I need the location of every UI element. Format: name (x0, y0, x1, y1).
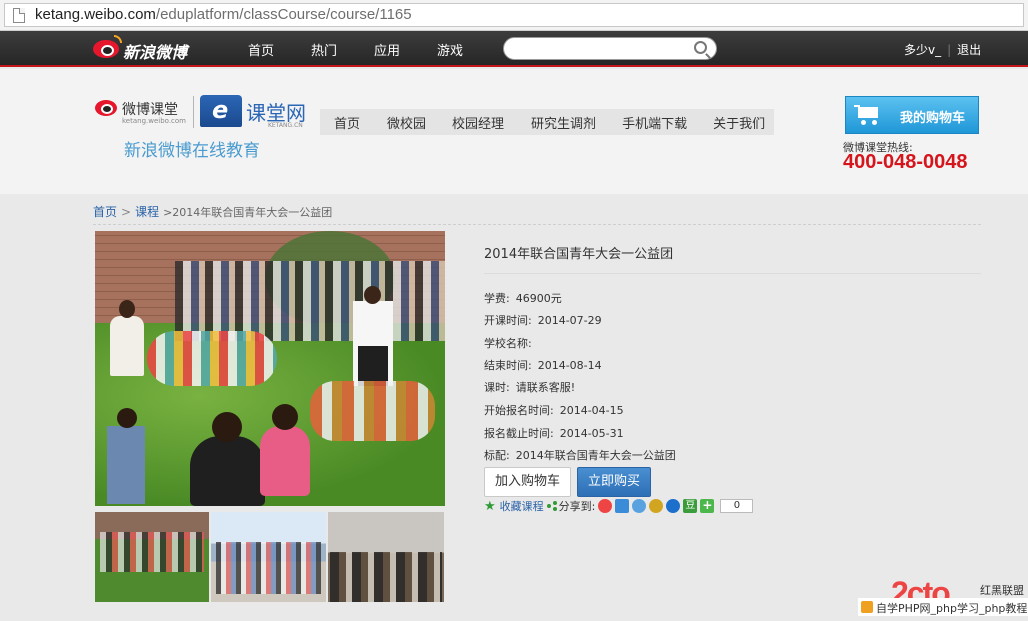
school-row: 学校名称: (484, 335, 538, 351)
package-value: 2014年联合国青年大会一公益团 (515, 449, 676, 462)
weibo-eye-icon (95, 100, 117, 116)
separator: | (947, 43, 952, 57)
search-icon[interactable] (694, 41, 707, 54)
enroll-start-value: 2014-04-15 (559, 404, 624, 417)
course-thumbnail-2[interactable] (211, 512, 326, 602)
watermark-icon (861, 601, 873, 613)
end-date-value: 2014-08-14 (537, 359, 602, 372)
school-label: 学校名称: (484, 337, 532, 350)
watermark-bar: 自学PHP网_php学习_php教程 (858, 598, 1028, 616)
course-main-photo (95, 231, 445, 506)
ketang-logo-domain: ketang.weibo.com (122, 117, 187, 125)
top-nav-hot[interactable]: 热门 (311, 40, 337, 59)
enroll-end-row: 报名截止时间: 2014-05-31 (484, 425, 624, 441)
buy-now-button[interactable]: 立即购买 (577, 467, 651, 497)
shopping-cart-icon (854, 105, 882, 125)
hotline-number: 400-048-0048 (843, 151, 968, 173)
hours-row: 课时: 请联系客服! (484, 379, 575, 395)
star-icon: ★ (484, 498, 496, 514)
share-to-label: 分享到: (558, 500, 596, 513)
main-nav-mobile-download[interactable]: 手机端下载 (622, 113, 687, 132)
fee-row: 学费: 46900元 (484, 290, 562, 306)
page-icon (13, 8, 25, 23)
ketang-logo[interactable]: 微博课堂 ketang.weibo.com (95, 97, 187, 127)
ketang-logo-text: 微博课堂 (122, 102, 178, 118)
main-nav-home[interactable]: 首页 (334, 113, 360, 132)
breadcrumb-divider (93, 224, 981, 225)
main-nav-postgrad[interactable]: 研究生调剂 (531, 113, 596, 132)
add-to-cart-button[interactable]: 加入购物车 (484, 467, 571, 497)
main-nav-campus[interactable]: 微校园 (387, 113, 426, 132)
favorite-course-link[interactable]: 收藏课程 (500, 498, 544, 514)
breadcrumb-home[interactable]: 首页 (93, 205, 117, 219)
site-header: 微博课堂 ketang.weibo.com 课堂网 KETANG.CN 新浪微博… (0, 69, 1028, 194)
enroll-start-row: 开始报名时间: 2014-04-15 (484, 402, 624, 418)
share-douban-icon[interactable]: 豆 (683, 499, 698, 513)
enroll-end-value: 2014-05-31 (559, 427, 624, 440)
share-tencent-weibo-icon[interactable] (632, 499, 647, 513)
weibo-top-bar: 新浪微博 首页 热门 应用 游戏 多少v_ | 退出 (0, 31, 1028, 67)
search-input[interactable] (503, 37, 717, 60)
top-nav-apps[interactable]: 应用 (374, 40, 400, 59)
start-date-label: 开课时间: (484, 314, 532, 327)
chevron-right-icon: > (121, 205, 132, 219)
site-tagline: 新浪微博在线教育 (124, 141, 260, 161)
main-nav-about[interactable]: 关于我们 (713, 113, 765, 132)
share-qzone-icon[interactable] (615, 499, 630, 513)
start-date-row: 开课时间: 2014-07-29 (484, 312, 602, 328)
enroll-end-label: 报名截止时间: (484, 427, 554, 440)
fee-label: 学费: (484, 292, 510, 305)
package-row: 标配: 2014年联合国青年大会一公益团 (484, 447, 676, 463)
share-weibo-icon[interactable] (598, 499, 613, 513)
watermark-side-text: 红黑联盟 (980, 584, 1024, 597)
enroll-start-label: 开始报名时间: (484, 404, 554, 417)
top-nav-games[interactable]: 游戏 (437, 40, 463, 59)
user-links: 多少v_ | 退出 (904, 41, 981, 58)
weibo-logo[interactable]: 新浪微博 (93, 35, 193, 62)
share-renren-icon[interactable] (649, 499, 664, 513)
course-thumbnail-3[interactable] (328, 512, 444, 602)
ketangwang-book-icon (200, 95, 242, 127)
package-label: 标配: (484, 449, 510, 462)
share-icon (546, 501, 557, 511)
browser-address-bar: ketang.weibo.com/eduplatform/classCourse… (0, 0, 1028, 31)
my-cart-label: 我的购物车 (900, 111, 966, 126)
end-date-row: 结束时间: 2014-08-14 (484, 357, 602, 373)
course-thumbnail-1[interactable] (95, 512, 209, 602)
share-row: ★ 收藏课程 分享到: 豆 + 0 (484, 498, 754, 514)
weibo-brand-text: 新浪微博 (123, 43, 188, 62)
breadcrumb-courses[interactable]: 课程 (135, 205, 159, 219)
share-kaixin-icon[interactable] (666, 499, 681, 513)
hours-label: 课时: (484, 381, 510, 394)
logo-divider (193, 96, 194, 128)
share-count: 0 (720, 499, 754, 513)
main-nav-campus-manager[interactable]: 校园经理 (452, 113, 504, 132)
share-more-icon[interactable]: + (700, 499, 715, 513)
course-title: 2014年联合国青年大会一公益团 (484, 247, 674, 262)
logout-link[interactable]: 退出 (957, 43, 981, 57)
username-link[interactable]: 多少v_ (904, 43, 941, 57)
breadcrumb-current: >2014年联合国青年大会一公益团 (163, 206, 333, 219)
url-text: ketang.weibo.com/eduplatform/classCourse… (35, 6, 412, 23)
title-divider (484, 273, 981, 274)
top-nav-home[interactable]: 首页 (248, 40, 274, 59)
start-date-value: 2014-07-29 (537, 314, 602, 327)
end-date-label: 结束时间: (484, 359, 532, 372)
weibo-spark-icon (114, 35, 122, 43)
my-cart-button[interactable]: 我的购物车 (845, 96, 979, 134)
weibo-top-nav: 首页 热门 应用 游戏 (248, 40, 500, 59)
watermark-bar-text: 自学PHP网_php学习_php教程 (876, 602, 1028, 615)
fee-value: 46900元 (515, 292, 562, 305)
ketangwang-logo-domain: KETANG.CN (268, 122, 303, 129)
url-field[interactable]: ketang.weibo.com/eduplatform/classCourse… (4, 3, 1024, 27)
breadcrumb: 首页 > 课程 >2014年联合国青年大会一公益团 (93, 203, 332, 220)
main-nav: 首页 微校园 校园经理 研究生调剂 手机端下载 关于我们 (320, 109, 774, 135)
hours-value: 请联系客服! (515, 381, 576, 394)
